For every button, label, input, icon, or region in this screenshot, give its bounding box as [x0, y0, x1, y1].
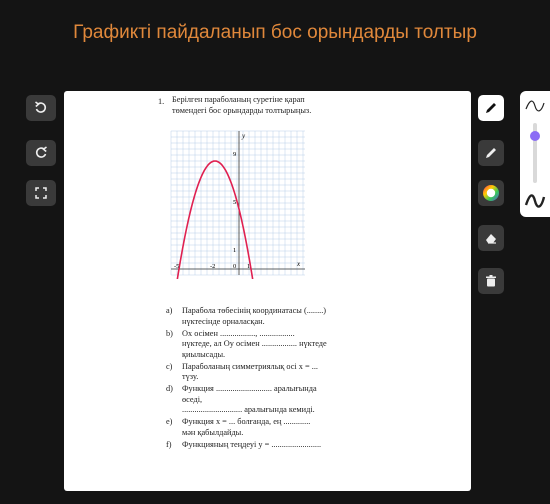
item-line: Функция ........................... арал… — [182, 384, 317, 393]
tick-label-x-neg5: -5 — [174, 263, 179, 270]
item-text: Парабола төбесінің координатасы (.......… — [182, 306, 386, 327]
color-picker-button[interactable] — [478, 180, 504, 206]
item-text: Функцияның теңдеуі y = .................… — [182, 440, 386, 451]
item-line: Параболаның симметриялық осі x = ... — [182, 361, 318, 371]
item-line: түзу. — [182, 372, 199, 381]
page-title: Графикті пайдаланып бос орындарды толтыр — [73, 22, 477, 43]
item-line: нүктеде, ал Oy осімен ................. … — [182, 339, 327, 348]
answer-item: c) Параболаның симметриялық осі x = ... тү… — [166, 362, 386, 383]
item-line: Парабола төбесінің координатасы (.......… — [182, 306, 327, 315]
parabola-graph: y x 9 5 1 -5 -2 0 1 — [170, 130, 305, 279]
trash-icon — [486, 275, 496, 287]
answer-item: d) Функция ........................... ар… — [166, 384, 386, 416]
item-line: Ox осімен ................., ...........… — [182, 328, 295, 338]
stroke-width-panel — [520, 91, 550, 217]
fullscreen-button[interactable] — [26, 180, 56, 206]
item-letter: b) — [166, 328, 173, 338]
fullscreen-icon — [35, 187, 47, 199]
item-text: Функция ........................... арал… — [182, 384, 386, 416]
undo-button[interactable] — [26, 95, 56, 121]
tick-label-y1: 1 — [233, 247, 236, 254]
color-wheel-icon — [483, 185, 499, 201]
worksheet-document: 1. Берілген параболаның суретіне қарап т… — [64, 91, 471, 491]
item-line: ............................. аралығында… — [182, 405, 315, 414]
redo-icon — [35, 146, 47, 158]
slider-knob[interactable] — [530, 130, 540, 141]
answer-item: b) Ox осімен ................., .........… — [166, 329, 386, 361]
item-line: Функция x = ... болғанда, ең ...........… — [182, 417, 311, 426]
answer-item: f) Функцияның теңдеуі y = ...............… — [166, 440, 386, 451]
item-text: Функция x = ... болғанда, ең ...........… — [182, 417, 386, 438]
thick-stroke-icon — [524, 194, 546, 208]
item-line: нүктесінде орналасқан. — [182, 316, 265, 326]
delete-button[interactable] — [478, 268, 504, 294]
item-line: өседі, — [182, 394, 203, 404]
answer-item: e) Функция x = ... болғанда, ең .........… — [166, 417, 386, 438]
item-line: мән қабылдайды. — [182, 427, 244, 437]
item-line: Функцияның теңдеуі y = .................… — [182, 439, 322, 449]
item-letter: a) — [166, 306, 173, 315]
question-line-1: Берілген параболаның суретіне қарап — [172, 95, 305, 104]
question-number: 1. — [158, 97, 165, 106]
item-line: қиылысады. — [182, 349, 226, 359]
marker-icon — [486, 148, 496, 158]
thin-stroke-icon — [525, 100, 545, 112]
x-axis-label: x — [296, 260, 301, 268]
eraser-icon — [486, 234, 496, 244]
item-letter: f) — [166, 439, 172, 449]
pen-tool-button[interactable] — [478, 95, 504, 121]
answer-items: a) Парабола төбесінің координатасы (.....… — [166, 306, 386, 452]
eraser-tool-button[interactable] — [478, 225, 504, 251]
tick-label-y5: 5 — [233, 199, 236, 206]
item-text: Ox осімен ................., ...........… — [182, 329, 386, 361]
tick-label-x-neg2: -2 — [210, 263, 215, 270]
undo-icon — [35, 101, 47, 113]
item-text: Параболаның симметриялық осі x = ... түзу… — [182, 362, 386, 383]
item-letter: d) — [166, 384, 173, 393]
marker-tool-button[interactable] — [478, 140, 504, 166]
question-line-2: төмендегі бос орындарды толтырыңыз. — [172, 106, 312, 115]
y-axis-label: y — [241, 132, 246, 140]
question-text: Берілген параболаның суретіне қарап төме… — [172, 94, 372, 116]
tick-label-y9: 9 — [233, 151, 236, 158]
stroke-width-slider[interactable] — [530, 123, 540, 183]
redo-button[interactable] — [26, 140, 56, 166]
pen-icon — [486, 103, 496, 113]
parabola-curve — [176, 160, 254, 279]
item-letter: e) — [166, 417, 173, 426]
tick-label-origin: 0 — [233, 263, 236, 270]
item-letter: c) — [166, 361, 173, 371]
answer-item: a) Парабола төбесінің координатасы (.....… — [166, 306, 386, 327]
tick-label-x1: 1 — [247, 263, 250, 270]
